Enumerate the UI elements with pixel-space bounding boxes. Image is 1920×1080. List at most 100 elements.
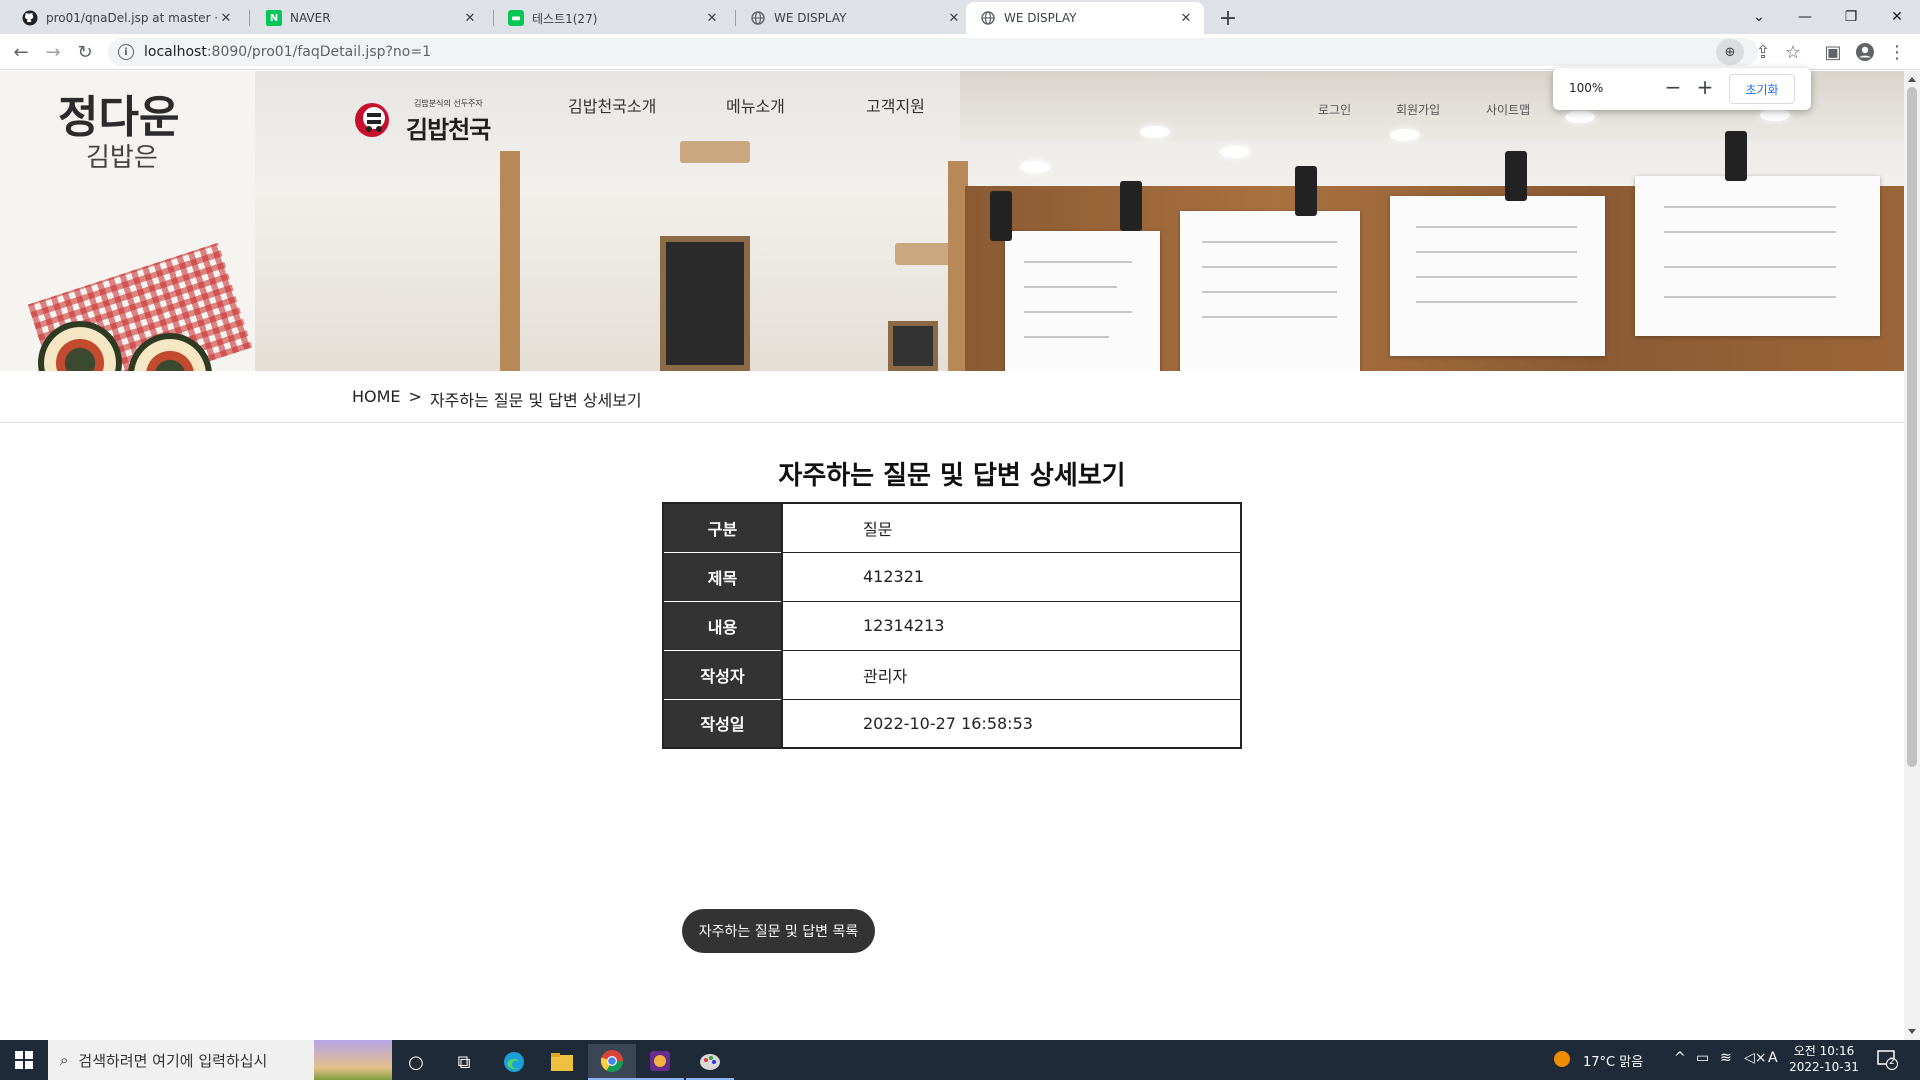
- close-icon[interactable]: ✕: [462, 11, 478, 26]
- table-row: 작성일 2022-10-27 16:58:53: [663, 699, 1241, 748]
- tab-separator: [249, 10, 250, 26]
- logo-slogan: 김밥분식의 선두주자: [414, 99, 483, 108]
- browser-tab-active[interactable]: WE DISPLAY ✕: [966, 2, 1204, 34]
- windows-taskbar: ⌕ 검색하려면 여기에 입력하십시 ○ ⧉ 17°C 맑음 ^ ▭ ≋ ◁× A…: [0, 1040, 1920, 1080]
- url-host: localhost: [144, 44, 207, 60]
- table-row: 구분 질문: [663, 503, 1241, 553]
- bookmark-star-icon[interactable]: ☆: [1780, 39, 1806, 65]
- zoom-percent: 100%: [1569, 81, 1604, 95]
- scroll-down-arrow-icon[interactable]: [1908, 1029, 1916, 1034]
- signup-link[interactable]: 회원가입: [1396, 101, 1440, 118]
- track-spotlight: [1725, 131, 1747, 181]
- search-icon: ⌕: [60, 1051, 69, 1069]
- task-view-icon[interactable]: ⧉: [440, 1044, 488, 1080]
- nav-item-support[interactable]: 고객지원: [866, 93, 925, 117]
- back-arrow-icon[interactable]: ←: [8, 39, 34, 65]
- minimize-button[interactable]: —: [1782, 0, 1828, 34]
- weather-text[interactable]: 17°C 맑음: [1583, 1051, 1643, 1070]
- system-clock[interactable]: 오전 10:16 2022-10-31: [1788, 1043, 1860, 1075]
- edge-browser-icon[interactable]: [490, 1044, 538, 1080]
- kebab-menu-icon[interactable]: ⋮: [1884, 39, 1910, 65]
- paint-app-icon[interactable]: [686, 1044, 734, 1080]
- close-icon[interactable]: ✕: [704, 11, 720, 26]
- zoom-in-button[interactable]: +: [1693, 76, 1717, 100]
- hero-poster: 정다운 김밥은: [0, 71, 255, 371]
- file-explorer-icon[interactable]: [538, 1044, 586, 1080]
- close-icon[interactable]: ✕: [1178, 11, 1194, 26]
- tab-title: NAVER: [290, 11, 331, 25]
- track-spotlight: [1295, 166, 1317, 216]
- content-value: 12314213: [781, 601, 1241, 651]
- category-label: 구분: [663, 503, 782, 553]
- search-placeholder: 검색하려면 여기에 입력하십시: [78, 1051, 268, 1070]
- table-row: 내용 12314213: [663, 601, 1241, 651]
- browser-tab[interactable]: N NAVER ✕: [252, 2, 488, 34]
- browser-tab[interactable]: ▬ 테스트1(27) ✕: [494, 2, 730, 34]
- taskbar-search-box[interactable]: ⌕ 검색하려면 여기에 입력하십시: [48, 1040, 392, 1080]
- page-title: 자주하는 질문 및 답변 상세보기: [778, 461, 1126, 491]
- browser-tab-strip: pro01/qnaDel.jsp at master · ok ✕ N NAVE…: [0, 0, 1920, 34]
- volume-muted-icon[interactable]: ◁×: [1744, 1050, 1767, 1066]
- side-panel-icon[interactable]: ▣: [1820, 39, 1846, 65]
- restore-button[interactable]: ❐: [1828, 0, 1874, 34]
- login-link[interactable]: 로그인: [1318, 101, 1351, 118]
- page-scrollbar[interactable]: [1904, 71, 1920, 1040]
- zoom-out-button[interactable]: −: [1661, 76, 1685, 100]
- address-bar[interactable]: i localhost :8090/pro01/faqDetail.jsp?no…: [108, 38, 1758, 66]
- breadcrumb-home[interactable]: HOME: [352, 387, 401, 411]
- reload-icon[interactable]: ↻: [72, 39, 98, 65]
- faq-list-button[interactable]: 자주하는 질문 및 답변 목록: [682, 909, 875, 953]
- track-spotlight: [1505, 151, 1527, 201]
- window-close-button[interactable]: ✕: [1874, 0, 1920, 34]
- breadcrumb-separator: >: [408, 387, 422, 406]
- track-spotlight: [1120, 181, 1142, 231]
- web-page: 정다운 김밥은 김밥분식의 선두주자 김밥천국 김밥천국소개 메뉴소개 고객지원…: [0, 71, 1904, 1040]
- menu-board: [1180, 211, 1360, 371]
- close-icon[interactable]: ✕: [218, 11, 234, 26]
- clock-time: 오전 10:16: [1793, 1044, 1855, 1058]
- tab-search-chevron-icon[interactable]: ⌄: [1736, 0, 1782, 34]
- logo-name: 김밥천국: [406, 115, 491, 144]
- tab-title: pro01/qnaDel.jsp at master · ok: [46, 11, 218, 25]
- table-row: 제목 412321: [663, 552, 1241, 602]
- menu-board: [1635, 176, 1880, 336]
- tray-chevron-icon[interactable]: ^: [1674, 1050, 1686, 1066]
- tab-title: WE DISPLAY: [1004, 11, 1077, 25]
- close-icon[interactable]: ✕: [946, 11, 962, 26]
- github-icon: [22, 10, 38, 26]
- browser-tab[interactable]: pro01/qnaDel.jsp at master · ok ✕: [8, 2, 244, 34]
- site-logo[interactable]: 김밥분식의 선두주자 김밥천국: [352, 96, 502, 146]
- new-tab-button[interactable]: +: [1214, 4, 1242, 32]
- menu-board: [1390, 196, 1605, 356]
- wall-lamp: [680, 141, 750, 163]
- windows-start-button[interactable]: [0, 1040, 48, 1080]
- scroll-up-arrow-icon[interactable]: [1908, 77, 1916, 82]
- battery-icon[interactable]: ▭: [1696, 1050, 1709, 1066]
- search-highlight-image: [314, 1040, 392, 1080]
- globe-icon: [980, 10, 996, 26]
- profile-avatar[interactable]: [1852, 39, 1878, 65]
- cortana-circle-icon[interactable]: ○: [392, 1044, 440, 1080]
- game-app-icon[interactable]: [636, 1044, 684, 1080]
- zoom-reset-button[interactable]: 초기화: [1729, 74, 1795, 104]
- share-icon[interactable]: ⇪: [1750, 39, 1776, 65]
- nav-item-menu[interactable]: 메뉴소개: [726, 93, 785, 117]
- network-icon[interactable]: ≋: [1720, 1050, 1732, 1066]
- nav-item-about[interactable]: 김밥천국소개: [568, 93, 656, 117]
- faq-detail-table: 구분 질문 제목 412321 내용 12314213 작성자 관리자 작성일 …: [662, 502, 1242, 749]
- content-label: 내용: [663, 601, 782, 651]
- sitemap-link[interactable]: 사이트맵: [1486, 101, 1530, 118]
- subject-label: 제목: [663, 552, 782, 602]
- chrome-icon[interactable]: [588, 1044, 636, 1080]
- menu-board: [1005, 231, 1160, 371]
- info-icon[interactable]: i: [118, 44, 134, 60]
- ime-indicator[interactable]: A: [1768, 1050, 1778, 1066]
- forward-arrow-icon[interactable]: →: [40, 39, 66, 65]
- scrollbar-thumb[interactable]: [1907, 87, 1917, 767]
- browser-tab[interactable]: WE DISPLAY ✕: [736, 2, 972, 34]
- notification-count: 2: [1889, 1057, 1895, 1067]
- weather-sun-icon[interactable]: [1553, 1050, 1571, 1072]
- browser-toolbar: ← → ↻ i localhost :8090/pro01/faqDetail.…: [0, 34, 1920, 70]
- zoom-magnifier-icon[interactable]: ⊕: [1716, 39, 1744, 65]
- track-spotlight: [990, 191, 1012, 241]
